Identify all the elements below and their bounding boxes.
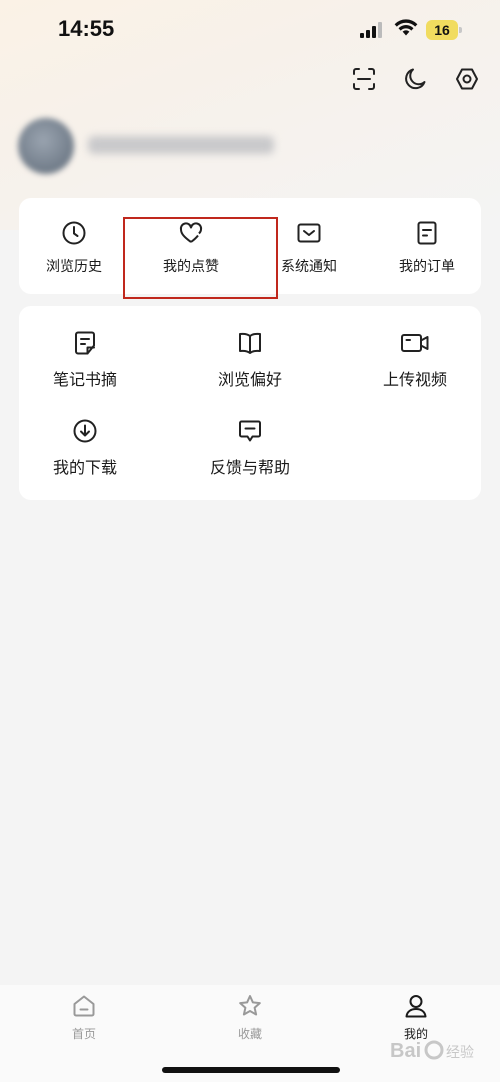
highlight-annotation xyxy=(123,217,278,299)
mail-icon xyxy=(297,223,321,243)
username-blurred xyxy=(88,136,274,154)
settings-icon[interactable] xyxy=(454,66,480,92)
menu-item-feedback[interactable]: 反馈与帮助 xyxy=(175,418,325,480)
menu-item-notes[interactable]: 笔记书摘 xyxy=(10,330,160,392)
menu-item-label: 浏览历史 xyxy=(46,259,102,275)
order-icon xyxy=(417,221,437,245)
menu-item-label: 我的订单 xyxy=(399,259,455,275)
menu-item-label: 反馈与帮助 xyxy=(209,458,290,477)
baidu-watermark-logo: Bai 经验 xyxy=(390,1040,474,1062)
video-camera-icon xyxy=(401,334,429,352)
status-bar: 14:55 16 xyxy=(0,0,500,60)
cellular-signal-icon xyxy=(360,22,382,38)
menu-item-downloads[interactable]: 我的下载 xyxy=(10,418,160,480)
tab-label: 收藏 xyxy=(237,1027,262,1041)
feedback-icon xyxy=(239,420,261,442)
person-icon xyxy=(405,995,427,1018)
menu-item-preferences[interactable]: 浏览偏好 xyxy=(175,330,325,392)
menu-item-history[interactable]: 浏览历史 xyxy=(19,220,129,280)
moon-icon[interactable] xyxy=(402,66,428,92)
star-icon xyxy=(239,995,261,1016)
svg-text:Bai: Bai xyxy=(390,1040,421,1062)
home-indicator xyxy=(162,1067,340,1073)
menu-item-label: 我的下载 xyxy=(52,458,117,477)
menu-item-label: 浏览偏好 xyxy=(217,370,282,389)
menu-item-label: 笔记书摘 xyxy=(52,370,117,389)
home-icon xyxy=(73,995,95,1017)
menu-item-upload-video[interactable]: 上传视频 xyxy=(340,330,490,392)
tab-home[interactable]: 首页 xyxy=(39,993,129,1042)
scan-icon[interactable] xyxy=(351,66,377,92)
book-icon xyxy=(239,332,261,354)
tab-favorites[interactable]: 收藏 xyxy=(205,993,295,1042)
menu-item-label: 上传视频 xyxy=(382,370,447,389)
battery-tip xyxy=(459,27,462,33)
svg-text:经验: 经验 xyxy=(446,1044,474,1060)
battery-level: 16 xyxy=(426,20,458,40)
clock-icon xyxy=(62,221,86,245)
user-profile[interactable] xyxy=(18,116,318,176)
avatar[interactable] xyxy=(18,118,74,174)
battery-indicator: 16 xyxy=(426,20,462,40)
menu-item-orders[interactable]: 我的订单 xyxy=(372,220,482,280)
download-icon xyxy=(73,419,97,443)
tab-label: 首页 xyxy=(71,1027,96,1041)
tools-menu-card: 笔记书摘 浏览偏好 上传视频 我的下载 反馈与帮助 xyxy=(19,306,481,500)
wifi-icon xyxy=(394,19,418,36)
note-icon xyxy=(75,331,95,355)
status-time: 14:55 xyxy=(58,16,115,41)
